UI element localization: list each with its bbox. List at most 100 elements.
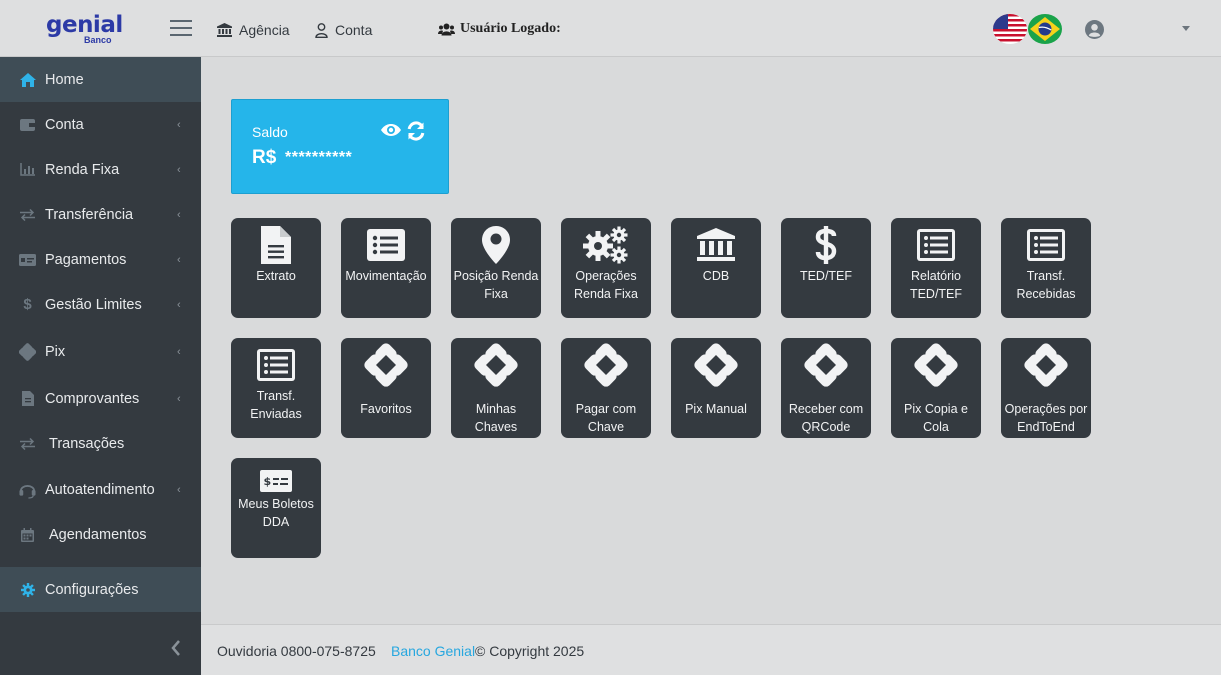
list-icon bbox=[891, 225, 981, 265]
sidebar-item-label: Agendamentos bbox=[49, 526, 147, 543]
sidebar-item-label: Renda Fixa bbox=[45, 161, 120, 178]
tile-receber-com-qrcode[interactable]: Receber com QRCode bbox=[781, 338, 871, 438]
user-dropdown-caret-icon[interactable] bbox=[1182, 26, 1190, 31]
tile-label: Minhas Chaves bbox=[474, 402, 518, 434]
sidebar-item-agendamentos[interactable]: Agendamentos bbox=[0, 512, 201, 557]
tile-label: Receber com QRCode bbox=[788, 402, 864, 434]
tile-relatorio-ted-tef[interactable]: Relatório TED/TEF bbox=[891, 218, 981, 318]
tile-pix-copia-e-cola[interactable]: Pix Copia e Cola bbox=[891, 338, 981, 438]
sidebar-item-label: Pix bbox=[45, 343, 66, 360]
eye-icon[interactable] bbox=[380, 122, 402, 143]
money-check-icon bbox=[19, 251, 36, 268]
sidebar-item-comprovantes[interactable]: Comprovantes ‹ bbox=[0, 376, 201, 421]
wallet-icon bbox=[19, 116, 36, 133]
sidebar-item-gestao-limites[interactable]: $ Gestão Limites ‹ bbox=[0, 282, 201, 327]
chevron-left-icon: ‹ bbox=[177, 253, 181, 266]
sidebar-item-conta[interactable]: Conta ‹ bbox=[0, 102, 201, 147]
tile-label: Pix Manual bbox=[685, 402, 747, 416]
sidebar-item-pagamentos[interactable]: Pagamentos ‹ bbox=[0, 237, 201, 282]
balance-title: Saldo bbox=[252, 124, 288, 140]
genial-logo[interactable]: genial Banco bbox=[46, 12, 123, 46]
tile-favoritos[interactable]: Favoritos bbox=[341, 338, 431, 438]
pix-icon bbox=[781, 343, 871, 387]
tile-movimentacao[interactable]: Movimentação bbox=[341, 218, 431, 318]
tile-pagar-com-chave[interactable]: Pagar com Chave bbox=[561, 338, 651, 438]
tile-ted-tef[interactable]: TED/TEF bbox=[781, 218, 871, 318]
bank-icon bbox=[217, 23, 232, 37]
nav-conta[interactable]: Conta bbox=[315, 20, 372, 40]
users-icon bbox=[438, 23, 455, 35]
menu-toggle-icon[interactable] bbox=[170, 20, 192, 38]
tile-extrato[interactable]: Extrato bbox=[231, 218, 321, 318]
tile-label: Transf. Recebidas bbox=[1016, 269, 1076, 301]
tile-label: Meus Boletos DDA bbox=[238, 497, 314, 529]
sidebar-item-renda-fixa[interactable]: Renda Fixa ‹ bbox=[0, 147, 201, 192]
sidebar-item-label: Conta bbox=[45, 116, 84, 133]
tile-pix-manual[interactable]: Pix Manual bbox=[671, 338, 761, 438]
nav-conta-label: Conta bbox=[335, 22, 373, 38]
sidebar-item-transacoes[interactable]: Transações bbox=[0, 421, 201, 466]
nav-agencia[interactable]: Agência bbox=[217, 20, 290, 40]
banco-genial-link[interactable]: Banco Genial bbox=[391, 643, 475, 659]
sidebar-item-home[interactable]: Home bbox=[0, 57, 201, 102]
sidebar-item-pix[interactable]: Pix ‹ bbox=[0, 329, 201, 374]
chevron-left-icon: ‹ bbox=[177, 345, 181, 358]
svg-text:$: $ bbox=[264, 475, 272, 488]
tile-label: Relatório TED/TEF bbox=[909, 269, 963, 301]
tile-transf-recebidas[interactable]: Transf. Recebidas bbox=[1001, 218, 1091, 318]
sidebar-collapse-icon[interactable] bbox=[169, 639, 183, 657]
pix-icon bbox=[561, 343, 651, 387]
pix-icon bbox=[19, 342, 36, 361]
pix-icon bbox=[891, 343, 981, 387]
sidebar-item-transferencia[interactable]: Transferência ‹ bbox=[0, 192, 201, 237]
sidebar-item-label: Gestão Limites bbox=[45, 296, 142, 313]
balance-currency: R$ bbox=[252, 147, 277, 168]
sidebar-item-label: Home bbox=[45, 71, 84, 88]
tile-label: Posição Renda Fixa bbox=[453, 269, 539, 301]
user-logged-label: Usuário Logado: bbox=[460, 21, 561, 36]
sidebar: Home Conta ‹ Renda Fixa ‹ Transferência … bbox=[0, 57, 201, 675]
tile-posicao-renda-fixa[interactable]: Posição Renda Fixa bbox=[451, 218, 541, 318]
us-flag-icon[interactable] bbox=[993, 14, 1027, 44]
balance-card: Saldo R$ ********** bbox=[231, 99, 449, 194]
tile-minhas-chaves[interactable]: Minhas Chaves bbox=[451, 338, 541, 438]
gear-icon bbox=[19, 581, 36, 598]
sidebar-item-autoatendimento[interactable]: Autoatendimento ‹ bbox=[0, 467, 201, 512]
chevron-left-icon: ‹ bbox=[177, 118, 181, 131]
pix-icon bbox=[671, 343, 761, 387]
chevron-left-icon: ‹ bbox=[177, 392, 181, 405]
pix-icon bbox=[451, 343, 541, 387]
dollar-icon: $ bbox=[23, 296, 32, 313]
tile-label: Pagar com Chave bbox=[575, 402, 637, 434]
pix-icon bbox=[1001, 343, 1091, 387]
user-avatar-icon[interactable] bbox=[1085, 20, 1104, 39]
map-marker-icon bbox=[451, 225, 541, 265]
brazil-flag-icon[interactable] bbox=[1028, 14, 1062, 44]
document-icon bbox=[231, 225, 321, 265]
tile-label: Pix Copia e Cola bbox=[904, 402, 968, 434]
sidebar-item-label: Comprovantes bbox=[45, 390, 140, 407]
tile-label: Transf. Enviadas bbox=[250, 389, 302, 421]
tile-meus-boletos-dda[interactable]: $ Meus Boletos DDA bbox=[231, 458, 321, 558]
user-icon bbox=[315, 22, 328, 38]
tile-cdb[interactable]: CDB bbox=[671, 218, 761, 318]
calendar-icon bbox=[19, 526, 36, 543]
exchange-icon bbox=[19, 435, 36, 452]
tile-label: Movimentação bbox=[345, 269, 427, 283]
tile-operacoes-renda-fixa[interactable]: Operações Renda Fixa bbox=[561, 218, 651, 318]
home-icon bbox=[19, 71, 36, 88]
sidebar-item-label: Transações bbox=[49, 435, 125, 452]
list-icon bbox=[1001, 225, 1091, 265]
sidebar-item-configuracoes[interactable]: Configurações bbox=[0, 567, 201, 612]
footer: Ouvidoria 0800-075-8725 Banco Genial © C… bbox=[201, 624, 1221, 675]
dollar-icon bbox=[781, 225, 871, 265]
user-logged: Usuário Logado: bbox=[438, 21, 561, 37]
tile-label: Operações por EndToEnd bbox=[1004, 402, 1088, 434]
chevron-left-icon: ‹ bbox=[177, 163, 181, 176]
tile-transf-enviadas[interactable]: Transf. Enviadas bbox=[231, 338, 321, 438]
copyright-text: © Copyright 2025 bbox=[475, 643, 585, 659]
list-icon bbox=[341, 225, 431, 265]
chevron-left-icon: ‹ bbox=[177, 483, 181, 496]
refresh-icon[interactable] bbox=[406, 121, 426, 146]
tile-operacoes-por-endtoend[interactable]: Operações por EndToEnd bbox=[1001, 338, 1091, 438]
